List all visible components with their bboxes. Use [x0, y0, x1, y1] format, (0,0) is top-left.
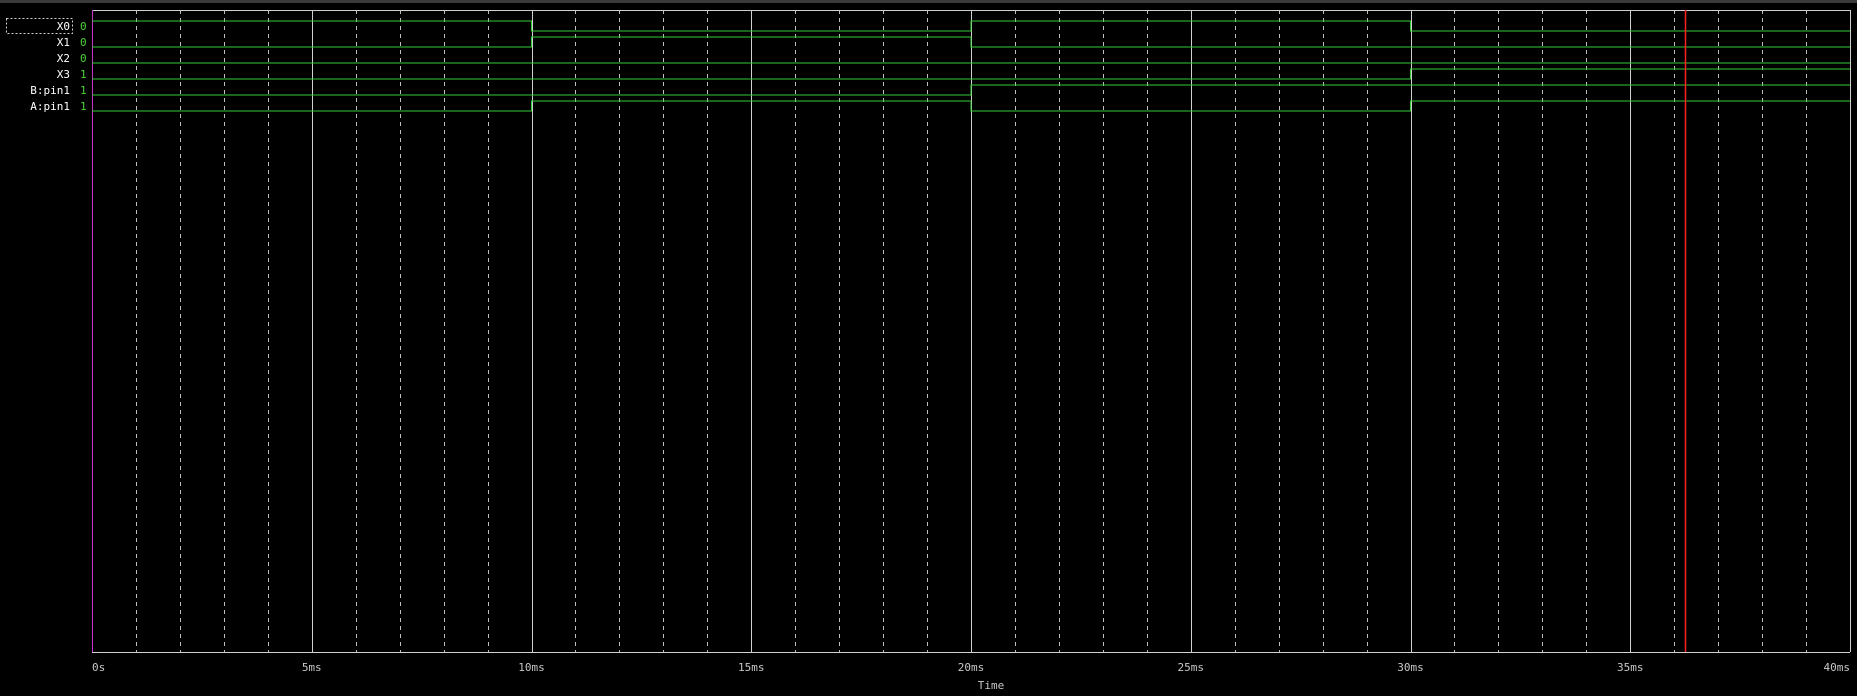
signal-name-x3[interactable]: X3 — [57, 68, 70, 81]
x-tick-label: 35ms — [1617, 661, 1644, 674]
x-tick-label: 40ms — [1824, 661, 1851, 674]
x-tick-label: 30ms — [1397, 661, 1424, 674]
waveform-viewer: X0 0 X1 0 X2 0 X3 1 B:pin1 1 A:pin1 1 Time 0s 5ms 10m… — [0, 0, 1857, 696]
timing-diagram[interactable]: X0 0 X1 0 X2 0 X3 1 B:pin1 1 A:pin1 1 Time 0s 5ms 10m… — [0, 0, 1857, 696]
signal-value: 1 — [80, 68, 87, 81]
signal-labels[interactable]: X0 0 X1 0 X2 0 X3 1 B:pin1 1 A:pin1 1 — [6, 18, 87, 114]
signal-value: 0 — [80, 20, 87, 33]
x-tick-label: 0s — [92, 661, 105, 674]
x-tick-label: 25ms — [1178, 661, 1205, 674]
signal-value: 1 — [80, 84, 87, 97]
x-tick-label: 20ms — [958, 661, 985, 674]
signal-name-a-pin1[interactable]: A:pin1 — [30, 100, 70, 113]
time-axis: Time 0s 5ms 10ms 15ms 20ms 25ms 30ms 35ms 40ms — [92, 661, 1850, 692]
x-axis-title: Time — [978, 679, 1005, 692]
signal-name-x0[interactable]: X0 — [57, 20, 70, 33]
signal-name-x1[interactable]: X1 — [57, 36, 70, 49]
signal-value: 1 — [80, 100, 87, 113]
signal-value: 0 — [80, 36, 87, 49]
signal-value: 0 — [80, 52, 87, 65]
x-tick-label: 15ms — [738, 661, 765, 674]
x-tick-label: 5ms — [302, 661, 322, 674]
x-tick-label: 10ms — [518, 661, 545, 674]
signal-name-b-pin1[interactable]: B:pin1 — [30, 84, 70, 97]
signal-name-x2[interactable]: X2 — [57, 52, 70, 65]
